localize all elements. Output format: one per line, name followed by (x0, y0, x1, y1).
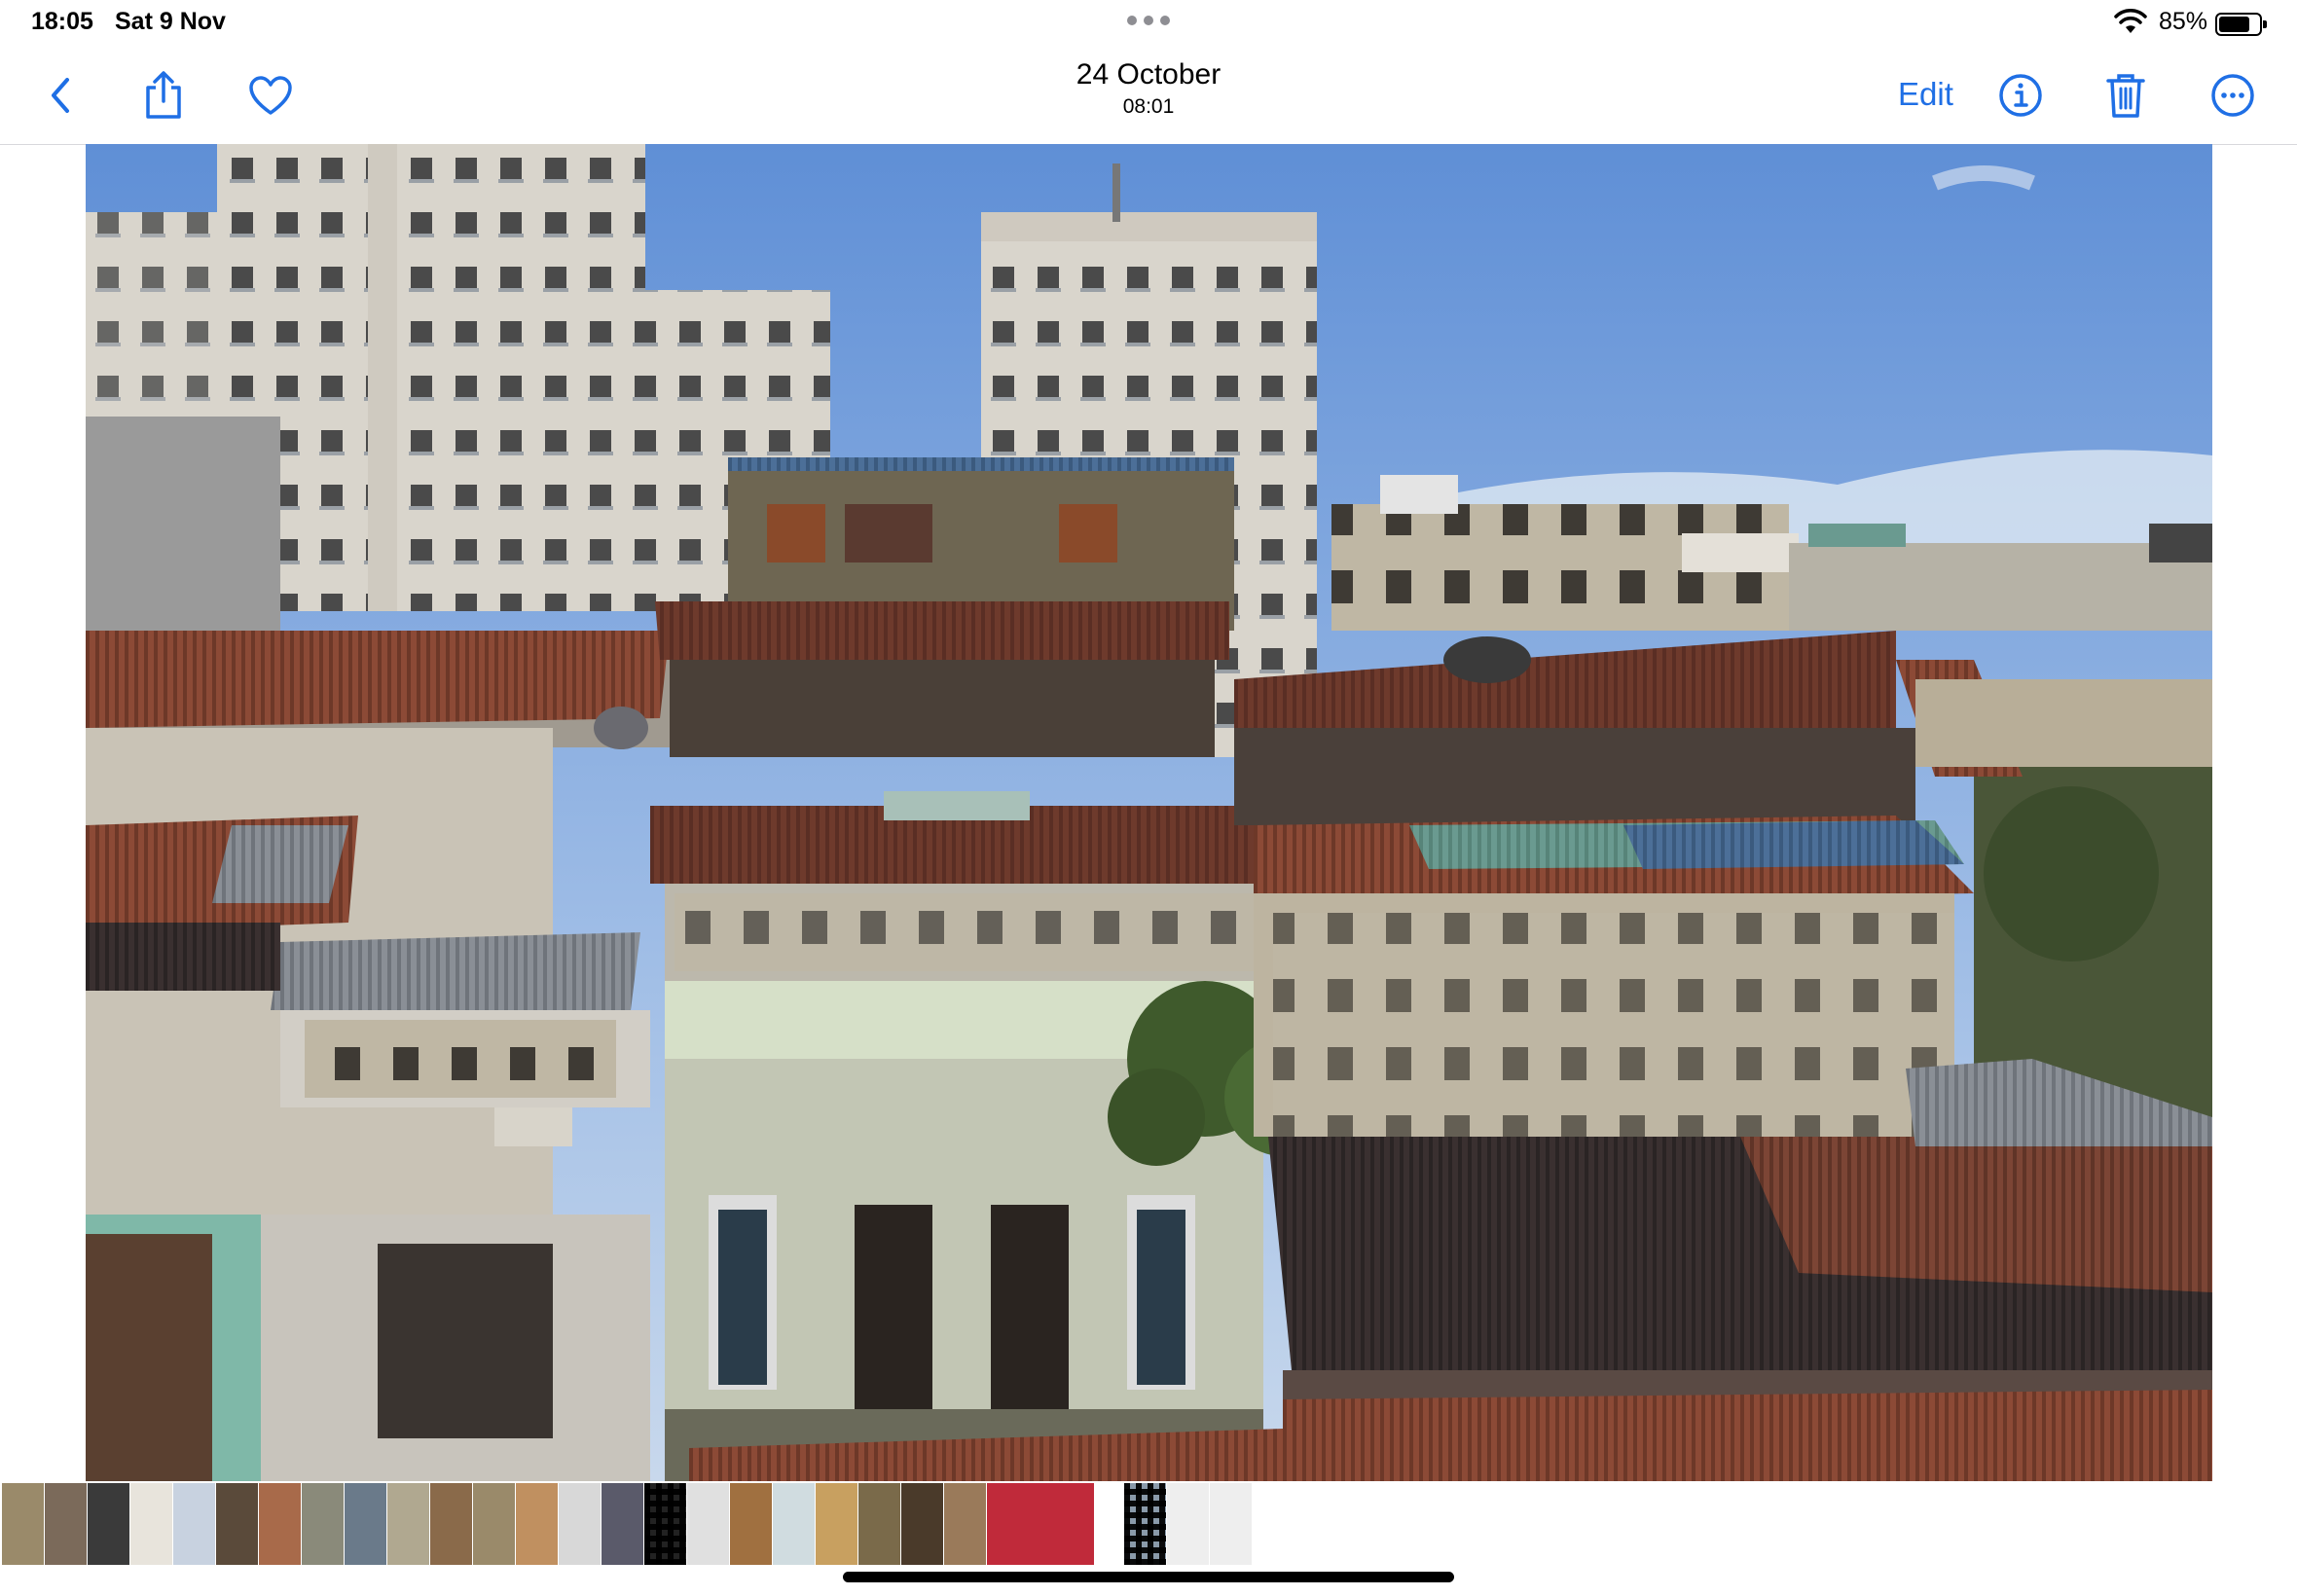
photo-filmstrip[interactable] (0, 1481, 2297, 1567)
photo-date-heading: 24 October 08:01 (954, 58, 1343, 119)
filmstrip-thumbnail[interactable] (1124, 1483, 1166, 1565)
chevron-left-icon (52, 78, 69, 113)
info-button[interactable] (1991, 66, 2050, 125)
back-button[interactable] (31, 66, 90, 125)
filmstrip-thumbnail[interactable] (302, 1483, 344, 1565)
photo-time: 08:01 (1122, 95, 1175, 118)
photo-date: 24 October (1076, 58, 1221, 91)
filmstrip-thumbnail[interactable] (773, 1483, 815, 1565)
status-bar: 18:05 Sat 9 Nov 85% (0, 0, 2297, 45)
filmstrip-thumbnail[interactable] (88, 1483, 129, 1565)
filmstrip-thumbnail[interactable] (602, 1483, 643, 1565)
edit-button[interactable]: Edit (1898, 76, 1953, 113)
wifi-icon (2114, 9, 2147, 33)
status-time: 18:05 (31, 8, 93, 35)
cityscape-photo (86, 144, 2212, 1481)
delete-button[interactable] (2096, 66, 2155, 125)
heart-icon (249, 76, 292, 115)
filmstrip-thumbnail[interactable] (901, 1483, 943, 1565)
filmstrip-thumbnail[interactable] (216, 1483, 258, 1565)
battery-percent: 85% (2159, 8, 2208, 35)
filmstrip-thumbnail[interactable] (345, 1483, 386, 1565)
filmstrip-thumbnail[interactable] (1210, 1483, 1252, 1565)
filmstrip-thumbnail[interactable] (858, 1483, 900, 1565)
filmstrip-thumbnail[interactable] (173, 1483, 215, 1565)
status-date: Sat 9 Nov (115, 8, 226, 35)
favorite-button[interactable] (241, 66, 300, 125)
filmstrip-thumbnail[interactable] (473, 1483, 515, 1565)
filmstrip-thumbnail[interactable] (516, 1483, 558, 1565)
more-button[interactable] (2204, 66, 2262, 125)
filmstrip-thumbnail[interactable] (130, 1483, 172, 1565)
filmstrip-thumbnail[interactable] (387, 1483, 429, 1565)
filmstrip-thumbnail[interactable] (987, 1483, 1094, 1565)
home-indicator[interactable] (843, 1572, 1454, 1582)
share-button[interactable] (134, 66, 193, 125)
filmstrip-thumbnail[interactable] (45, 1483, 87, 1565)
multitasking-dots-icon[interactable] (1125, 14, 1172, 27)
ellipsis-circle-icon (2211, 74, 2254, 117)
filmstrip-thumbnail[interactable] (687, 1483, 729, 1565)
filmstrip-thumbnail[interactable] (2, 1483, 44, 1565)
filmstrip-thumbnail[interactable] (730, 1483, 772, 1565)
filmstrip-thumbnail[interactable] (944, 1483, 986, 1565)
battery-icon (2215, 13, 2267, 36)
share-icon (146, 71, 181, 119)
filmstrip-thumbnail[interactable] (1167, 1483, 1209, 1565)
main-photo[interactable] (86, 144, 2212, 1481)
filmstrip-thumbnail[interactable] (644, 1483, 686, 1565)
filmstrip-thumbnail[interactable] (259, 1483, 301, 1565)
photo-navigation-bar: 24 October 08:01 Edit (0, 45, 2297, 145)
trash-icon (2106, 74, 2145, 118)
filmstrip-thumbnail[interactable] (430, 1483, 472, 1565)
filmstrip-thumbnail[interactable] (816, 1483, 857, 1565)
filmstrip-thumbnail[interactable] (559, 1483, 601, 1565)
info-icon (1999, 74, 2042, 117)
